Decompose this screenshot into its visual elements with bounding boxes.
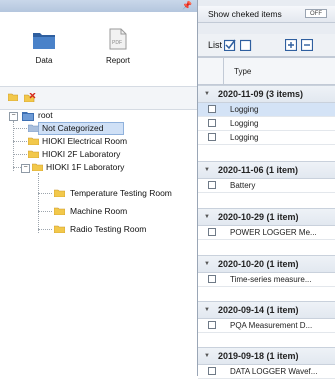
group-header[interactable]: ▼ 2020-09-14 (1 item) <box>198 301 335 319</box>
list-item[interactable]: Time-series measure... <box>198 273 335 287</box>
item-label: POWER LOGGER Me... <box>230 228 317 237</box>
tree-node-hioki-electrical-room[interactable]: HIOKI Electrical Room <box>0 135 140 148</box>
group-header-label: 2019-09-18 (1 item) <box>218 351 299 361</box>
item-label: Battery <box>230 181 256 190</box>
item-checkbox[interactable] <box>208 105 216 113</box>
left-panel-titlebar: 📌 <box>0 0 197 12</box>
uncheck-all-icon[interactable] <box>240 39 252 51</box>
pin-icon[interactable]: 📌 <box>182 1 192 10</box>
tree-node-machine-room[interactable]: Machine Room <box>0 205 150 218</box>
item-checkbox[interactable] <box>208 133 216 141</box>
list-item[interactable]: Logging <box>198 117 335 131</box>
chevron-down-icon: ▼ <box>204 167 210 173</box>
item-label: Logging <box>230 133 259 142</box>
list-item[interactable]: PQA Measurement D... <box>198 319 335 333</box>
tree-node-label: HIOKI Electrical Room <box>42 136 128 146</box>
list-item[interactable]: POWER LOGGER Me... <box>198 226 335 240</box>
column-header-row: Type <box>198 58 335 85</box>
tree-node-radio-testing-room[interactable]: Radio Testing Room <box>0 223 170 236</box>
pdf-icon-text: PDF <box>112 40 122 46</box>
group-header[interactable]: ▼ 2019-09-18 (1 item) <box>198 347 335 365</box>
open-folder-icon <box>32 163 43 171</box>
root-folder-icon <box>22 112 34 121</box>
left-panel: 📌 Data PDF Report − root Not Categorized… <box>0 0 198 376</box>
item-label: DATA LOGGER Wavef... <box>230 367 318 376</box>
chevron-down-icon: ▼ <box>204 261 210 267</box>
group-header-label: 2020-11-06 (1 item) <box>218 165 299 175</box>
data-button[interactable]: Data <box>24 26 64 70</box>
item-label: Logging <box>230 119 259 128</box>
tree-node-label: Radio Testing Room <box>70 224 147 234</box>
group-header[interactable]: ▼ 2020-11-09 (3 items) <box>198 85 335 103</box>
group-header-label: 2020-11-09 (3 items) <box>218 89 304 99</box>
folder-icon <box>54 189 65 197</box>
show-checked-bar: Show cheked items OFF <box>198 6 335 23</box>
tree-node-label: HIOKI 2F Laboratory <box>42 149 121 159</box>
item-checkbox[interactable] <box>208 119 216 127</box>
group-header[interactable]: ▼ 2020-10-29 (1 item) <box>198 208 335 226</box>
group-header-label: 2020-09-14 (1 item) <box>218 305 299 315</box>
folder-icon <box>54 207 65 215</box>
group-header[interactable]: ▼ 2020-11-06 (1 item) <box>198 161 335 179</box>
folder-tree: − root Not Categorized HIOKI Electrical … <box>0 109 197 279</box>
list-label: List <box>208 40 223 50</box>
tree-node-not-categorized[interactable]: Not Categorized <box>0 122 130 135</box>
delete-folder-icon[interactable] <box>24 93 36 102</box>
show-checked-toggle[interactable]: OFF <box>305 9 327 18</box>
chevron-down-icon: ▼ <box>204 353 210 359</box>
report-button[interactable]: PDF Report <box>98 26 138 70</box>
folder-icon <box>28 150 39 158</box>
folder-toolbar <box>0 86 197 110</box>
tree-node-label: Not Categorized <box>42 123 104 133</box>
data-list: Type ▼ 2020-11-09 (3 items) Logging Logg… <box>198 57 335 379</box>
column-separator <box>223 58 224 84</box>
tree-node-hioki-1f-laboratory[interactable]: − HIOKI 1F Laboratory <box>0 161 140 174</box>
item-label: PQA Measurement D... <box>230 321 313 330</box>
list-item[interactable]: Battery <box>198 179 335 193</box>
group-header-label: 2020-10-29 (1 item) <box>218 212 299 222</box>
blue-folder-icon <box>33 33 55 49</box>
collapse-icon[interactable]: − <box>9 112 18 121</box>
list-toolbar: List <box>198 34 335 57</box>
chevron-down-icon: ▼ <box>204 307 210 313</box>
data-button-label: Data <box>35 56 53 65</box>
tree-node-label: root <box>38 110 53 120</box>
tree-node-root[interactable]: − root <box>0 109 80 122</box>
tree-node-label: Machine Room <box>70 206 128 216</box>
item-checkbox[interactable] <box>208 275 216 283</box>
report-button-label: Report <box>105 56 130 65</box>
list-item[interactable]: Logging <box>198 131 335 145</box>
show-checked-label: Show cheked items <box>208 9 282 19</box>
item-checkbox[interactable] <box>208 367 216 375</box>
tree-node-label: HIOKI 1F Laboratory <box>46 162 125 172</box>
folder-icon <box>28 124 39 132</box>
expand-all-icon[interactable] <box>285 39 297 51</box>
group-header[interactable]: ▼ 2020-10-20 (1 item) <box>198 255 335 273</box>
list-item[interactable]: Logging <box>198 103 335 117</box>
pdf-document-icon: PDF <box>109 28 127 50</box>
item-checkbox[interactable] <box>208 228 216 236</box>
right-panel: Show cheked items OFF List Type ▼ 2020-1… <box>198 0 335 379</box>
chevron-down-icon: ▼ <box>204 91 210 97</box>
item-label: Logging <box>230 105 259 114</box>
check-all-icon[interactable] <box>224 39 236 51</box>
tree-node-temperature-testing-room[interactable]: Temperature Testing Room <box>0 187 190 200</box>
item-checkbox[interactable] <box>208 321 216 329</box>
folder-icon <box>54 225 65 233</box>
column-header-type[interactable]: Type <box>234 67 251 76</box>
collapse-icon[interactable]: − <box>21 164 30 173</box>
tree-node-hioki-2f-laboratory[interactable]: HIOKI 2F Laboratory <box>0 148 140 161</box>
group-header-label: 2020-10-20 (1 item) <box>218 259 299 269</box>
item-label: Time-series measure... <box>230 275 312 284</box>
item-checkbox[interactable] <box>208 181 216 189</box>
list-item[interactable]: DATA LOGGER Wavef... <box>198 365 335 379</box>
folder-icon <box>28 137 39 145</box>
add-folder-icon[interactable] <box>8 93 18 101</box>
chevron-down-icon: ▼ <box>204 214 210 220</box>
tree-node-label: Temperature Testing Room <box>70 188 172 198</box>
collapse-all-icon[interactable] <box>301 39 313 51</box>
